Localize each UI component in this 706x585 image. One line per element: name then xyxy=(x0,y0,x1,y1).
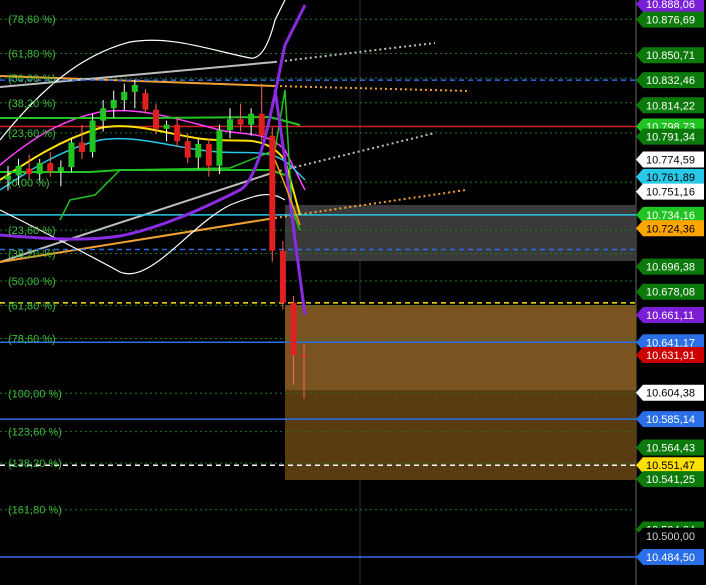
price-tag: 10.678,08 xyxy=(636,283,704,300)
candle-body xyxy=(36,163,43,175)
fib-level-label: (78,60 %) xyxy=(8,333,56,345)
price-tag-label: 10.774,59 xyxy=(646,155,695,167)
price-tag-label: 10.888,06 xyxy=(646,0,695,11)
price-tag: 10.631,91 xyxy=(636,347,704,364)
candle-body xyxy=(205,143,212,166)
price-tag: 10.888,06 xyxy=(636,0,704,12)
zone-grey xyxy=(285,205,636,261)
candle-body xyxy=(15,165,22,176)
candle-body xyxy=(131,84,138,92)
price-tag: 10.661,11 xyxy=(636,307,704,324)
candle-body xyxy=(174,124,181,142)
candle-body xyxy=(110,100,117,109)
price-tag: 10.500,00 xyxy=(636,527,704,544)
price-tag-label: 10.850,71 xyxy=(646,50,695,62)
fib-level-label: (50,00 %) xyxy=(8,73,56,85)
price-tag: 10.696,38 xyxy=(636,258,704,275)
candle-body xyxy=(237,119,244,125)
candle-body xyxy=(248,113,255,125)
price-tag-label: 10.678,08 xyxy=(646,287,695,299)
fib-level-label: (50,00 %) xyxy=(8,276,56,288)
price-tag-label: 10.604,38 xyxy=(646,388,695,400)
candle-body xyxy=(79,142,85,153)
candle-body xyxy=(47,163,54,172)
candle-body xyxy=(227,119,233,131)
candle-body xyxy=(279,250,286,303)
price-tag-label: 10.814,22 xyxy=(646,100,695,112)
price-tag-label: 10.661,11 xyxy=(646,310,694,322)
candle-body xyxy=(184,141,191,158)
fib-level-label: (100,00 %) xyxy=(8,388,62,400)
candle-body xyxy=(68,142,75,168)
candle-body xyxy=(163,124,170,129)
price-tag-label: 10.696,38 xyxy=(646,262,695,274)
candle-body xyxy=(258,113,265,136)
price-tag-label: 10.631,91 xyxy=(646,350,695,362)
candle-body xyxy=(269,135,276,251)
price-tag-label: 10.541,25 xyxy=(646,474,695,486)
price-tag: 10.551,47 xyxy=(636,457,704,474)
candle-body xyxy=(216,130,223,166)
candle-body xyxy=(89,120,96,153)
price-tag: 10.832,46 xyxy=(636,72,704,89)
plot-background xyxy=(0,0,706,585)
price-tag: 10.541,25 xyxy=(636,471,704,488)
price-tag: 10.876,69 xyxy=(636,11,704,28)
price-chart: (78,60 %) (61,80 %) (50,00 %) (38,20 %) (23,… xyxy=(0,0,706,585)
price-tag: 10.564,43 xyxy=(636,439,704,456)
price-tag-label: 10.761,89 xyxy=(646,172,695,184)
price-tag-label: 10.734,16 xyxy=(646,210,695,222)
price-tag-label: 10.551,47 xyxy=(646,460,695,472)
fib-level-label: (0,00 %) xyxy=(8,177,50,189)
price-tag-label: 10.564,43 xyxy=(646,443,695,455)
price-tag: 10.585,14 xyxy=(636,411,704,428)
fib-level-label: (38,20 %) xyxy=(8,98,56,110)
price-tag: 10.751,16 xyxy=(636,183,704,200)
candle-body xyxy=(142,93,149,110)
candle-body xyxy=(301,354,307,357)
candle-body xyxy=(100,108,107,121)
zone-upper xyxy=(285,305,636,390)
fib-level-label: (78,60 %) xyxy=(8,14,56,26)
price-tag: 10.484,50 xyxy=(636,549,704,565)
candle-body xyxy=(153,109,159,129)
price-tag: 10.850,71 xyxy=(636,47,704,64)
price-tag-label: 10.751,16 xyxy=(646,187,695,199)
fib-level-label: (38,20 %) xyxy=(8,249,56,261)
price-tag-label: 10.876,69 xyxy=(646,15,695,27)
fib-level-label: (23,60 %) xyxy=(8,128,56,140)
price-tag: 10.774,59 xyxy=(636,151,704,168)
price-tag: 10.761,89 xyxy=(636,168,704,185)
fib-level-label: (161,80 %) xyxy=(8,505,62,517)
fib-level-label: (61,80 %) xyxy=(8,301,56,313)
price-tag: 10.791,34 xyxy=(636,128,704,145)
fib-level-label: (23,60 %) xyxy=(8,225,56,237)
fib-level-label: (61,80 %) xyxy=(8,48,56,60)
price-tag-label: 10.585,14 xyxy=(646,414,695,426)
candle-body xyxy=(195,143,202,158)
candle-body xyxy=(26,168,33,175)
price-axis: 10.888,06 10.876,69 10.850,71 10.832,46 10.8… xyxy=(636,0,706,585)
price-tag: 10.604,38 xyxy=(636,384,704,401)
fib-level-label: (138,20 %) xyxy=(8,458,62,470)
price-tag-label: 10.500,00 xyxy=(646,531,695,543)
price-tag-label: 10.791,34 xyxy=(646,132,695,144)
price-tag-label: 10.484,50 xyxy=(646,552,695,564)
price-tag-label: 10.832,46 xyxy=(646,75,695,87)
fib-level-label: (123,60 %) xyxy=(8,427,62,439)
candle-body xyxy=(290,302,297,355)
chart-background xyxy=(0,0,706,585)
price-tag: 10.814,22 xyxy=(636,97,704,114)
price-tag: 10.724,36 xyxy=(636,220,704,237)
price-tag-label: 10.724,36 xyxy=(646,223,695,235)
candle-body xyxy=(121,91,128,101)
zone-lower xyxy=(285,390,636,480)
candle-body xyxy=(57,167,64,172)
